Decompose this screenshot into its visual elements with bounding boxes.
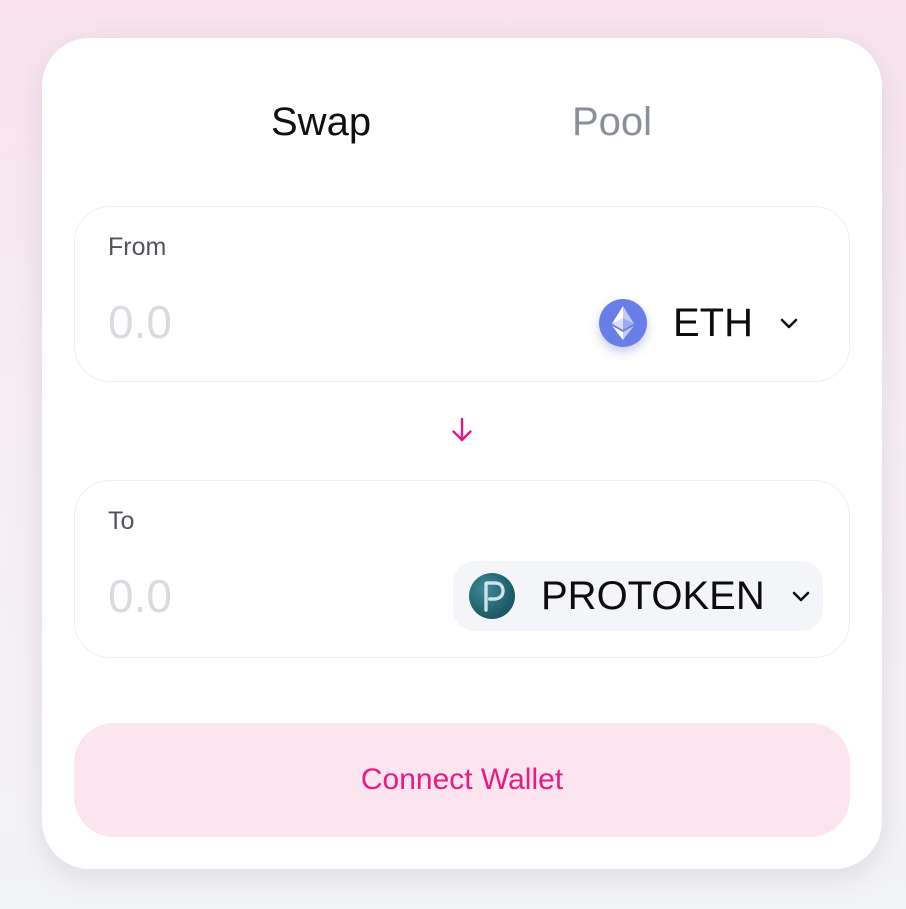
to-panel: To PROTOKEN [74,480,850,658]
from-label: From [108,233,167,261]
to-token-symbol: PROTOKEN [541,573,765,618]
chevron-down-icon [792,591,810,602]
to-amount-input[interactable] [108,570,408,622]
chevron-down-icon [780,318,798,329]
from-amount-input[interactable] [108,296,408,348]
tab-bar: Swap Pool [42,98,882,146]
to-token-selector[interactable]: PROTOKEN [453,561,823,631]
from-token-symbol: ETH [673,300,753,345]
tab-pool[interactable]: Pool [572,98,652,146]
to-label: To [108,507,135,535]
connect-wallet-button[interactable]: Connect Wallet [74,723,850,837]
from-token-selector[interactable]: ETH [599,295,801,351]
protoken-logo-icon [469,573,515,619]
from-panel: From ETH [74,206,850,382]
tab-swap[interactable]: Swap [271,98,371,146]
arrow-down-icon[interactable] [450,416,474,444]
swap-card: Swap Pool From ETH [42,38,882,869]
ethereum-icon [599,299,647,347]
